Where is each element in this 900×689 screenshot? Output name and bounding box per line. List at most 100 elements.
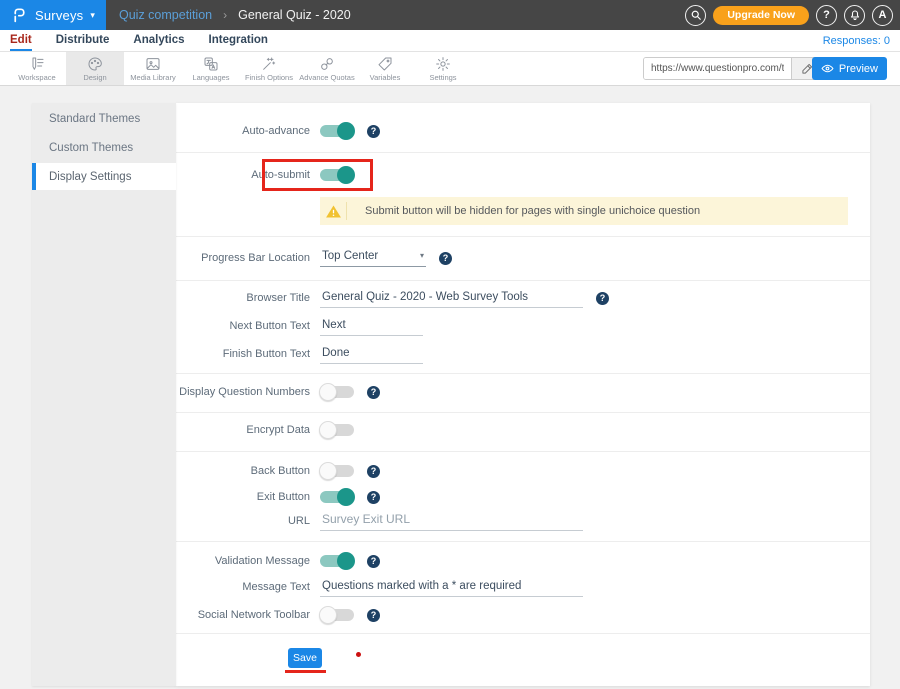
validation-message-row: Validation Message ?: [176, 549, 380, 573]
exit-url-label: URL: [176, 515, 310, 527]
back-button-toggle[interactable]: [320, 465, 354, 477]
search-icon: [690, 9, 702, 21]
next-button-text-input[interactable]: [320, 317, 423, 336]
display-question-numbers-help-icon[interactable]: ?: [367, 386, 380, 399]
toolbar-item-finish-options[interactable]: Finish Options: [240, 52, 298, 85]
back-button-row: Back Button ?: [176, 459, 380, 483]
search-button[interactable]: [685, 5, 706, 26]
encrypt-data-toggle[interactable]: [320, 424, 354, 436]
divider: [176, 541, 870, 542]
tab-distribute[interactable]: Distribute: [56, 30, 110, 51]
sidebar-item-custom-themes[interactable]: Custom Themes: [32, 134, 176, 161]
upgrade-now-button[interactable]: Upgrade Now: [713, 6, 809, 25]
survey-url-group: [643, 57, 823, 80]
product-name: Surveys: [35, 8, 83, 23]
warning-banner: Submit button will be hidden for pages w…: [320, 197, 848, 225]
design-sidebar: Standard Themes Custom Themes Display Se…: [32, 103, 176, 686]
finish-button-text-input[interactable]: [320, 345, 423, 364]
progress-bar-location-select[interactable]: Top Center ▾: [320, 250, 426, 267]
tab-edit[interactable]: Edit: [10, 30, 32, 51]
sidebar-item-standard-themes[interactable]: Standard Themes: [32, 105, 176, 132]
auto-advance-toggle[interactable]: [320, 125, 354, 137]
notifications-button[interactable]: [844, 5, 865, 26]
auto-advance-help-icon[interactable]: ?: [367, 125, 380, 138]
breadcrumb-current: General Quiz - 2020: [238, 8, 351, 22]
browser-title-help-icon[interactable]: ?: [596, 292, 609, 305]
avatar[interactable]: A: [872, 5, 893, 26]
display-settings-panel: Auto-advance ? Auto-submit Submit button…: [176, 103, 870, 686]
browser-title-input[interactable]: [320, 289, 583, 308]
tab-integration[interactable]: Integration: [209, 30, 268, 51]
surveys-menu[interactable]: Surveys ▾: [0, 0, 106, 30]
auto-advance-label: Auto-advance: [176, 125, 310, 137]
design-icon: [87, 56, 103, 72]
red-annotation-underline: [285, 670, 326, 673]
divider: [176, 451, 870, 452]
next-button-text-label: Next Button Text: [176, 320, 310, 332]
social-network-toolbar-label: Social Network Toolbar: [176, 609, 310, 621]
save-button[interactable]: Save: [288, 648, 322, 668]
message-text-row: Message Text: [176, 575, 583, 599]
validation-message-toggle[interactable]: [320, 555, 354, 567]
divider: [176, 280, 870, 281]
bell-icon: [849, 9, 861, 21]
social-network-toolbar-toggle[interactable]: [320, 609, 354, 621]
auto-submit-toggle[interactable]: [320, 169, 354, 181]
tab-analytics[interactable]: Analytics: [133, 30, 184, 51]
next-button-text-row: Next Button Text: [176, 314, 423, 338]
toolbar-item-design[interactable]: Design: [66, 52, 124, 85]
dropdown-arrow-icon: ▾: [420, 251, 424, 260]
questionpro-logo: [11, 5, 28, 25]
progress-bar-location-label: Progress Bar Location: [176, 252, 310, 264]
finish-options-icon: [261, 56, 277, 72]
browser-title-label: Browser Title: [176, 292, 310, 304]
divider: [176, 236, 870, 237]
display-question-numbers-label: Display Question Numbers: [176, 386, 310, 398]
auto-advance-row: Auto-advance ?: [176, 119, 380, 143]
back-button-label: Back Button: [176, 465, 310, 477]
exit-button-toggle[interactable]: [320, 491, 354, 503]
sidebar-item-display-settings[interactable]: Display Settings: [32, 163, 176, 190]
exit-url-input[interactable]: [320, 512, 583, 531]
display-question-numbers-toggle[interactable]: [320, 386, 354, 398]
toolbar-item-variables[interactable]: Variables: [356, 52, 414, 85]
finish-button-text-label: Finish Button Text: [176, 348, 310, 360]
help-button[interactable]: ?: [816, 5, 837, 26]
eye-icon: [821, 62, 834, 75]
toolbar-item-media-library[interactable]: Media Library: [124, 52, 182, 85]
survey-url-input[interactable]: [644, 58, 791, 79]
top-bar: Surveys ▾ Quiz competition › General Qui…: [0, 0, 900, 30]
breadcrumb-folder[interactable]: Quiz competition: [119, 8, 212, 22]
toolbar-item-workspace[interactable]: Workspace: [8, 52, 66, 85]
message-text-input[interactable]: [320, 578, 583, 597]
breadcrumb-separator-icon: ›: [223, 8, 227, 22]
main-nav: Edit Distribute Analytics Integration Re…: [0, 30, 900, 52]
advance-quotas-icon: [319, 56, 335, 72]
divider: [176, 633, 870, 634]
exit-button-help-icon[interactable]: ?: [367, 491, 380, 504]
back-button-help-icon[interactable]: ?: [367, 465, 380, 478]
exit-button-row: Exit Button ?: [176, 485, 380, 509]
divider: [176, 373, 870, 374]
exit-button-label: Exit Button: [176, 491, 310, 503]
validation-message-help-icon[interactable]: ?: [367, 555, 380, 568]
toolbar-item-settings[interactable]: Settings: [414, 52, 472, 85]
caret-down-icon: ▾: [90, 10, 95, 21]
warning-icon: [325, 203, 342, 220]
progress-bar-location-row: Progress Bar Location Top Center ▾ ?: [176, 246, 452, 270]
exit-url-row: URL: [176, 509, 583, 533]
preview-button[interactable]: Preview: [812, 57, 887, 80]
validation-message-label: Validation Message: [176, 555, 310, 567]
settings-gear-icon: [435, 56, 451, 72]
responses-count[interactable]: Responses: 0: [823, 30, 890, 52]
encrypt-data-row: Encrypt Data: [176, 418, 354, 442]
warning-text: Submit button will be hidden for pages w…: [365, 205, 700, 217]
social-network-toolbar-help-icon[interactable]: ?: [367, 609, 380, 622]
auto-submit-label: Auto-submit: [176, 169, 310, 181]
red-annotation-dot: [356, 652, 361, 657]
avatar-initial: A: [879, 9, 887, 21]
toolbar-item-advance-quotas[interactable]: Advance Quotas: [298, 52, 356, 85]
breadcrumb: Quiz competition › General Quiz - 2020: [119, 8, 351, 22]
progress-bar-help-icon[interactable]: ?: [439, 252, 452, 265]
toolbar-item-languages[interactable]: Languages: [182, 52, 240, 85]
